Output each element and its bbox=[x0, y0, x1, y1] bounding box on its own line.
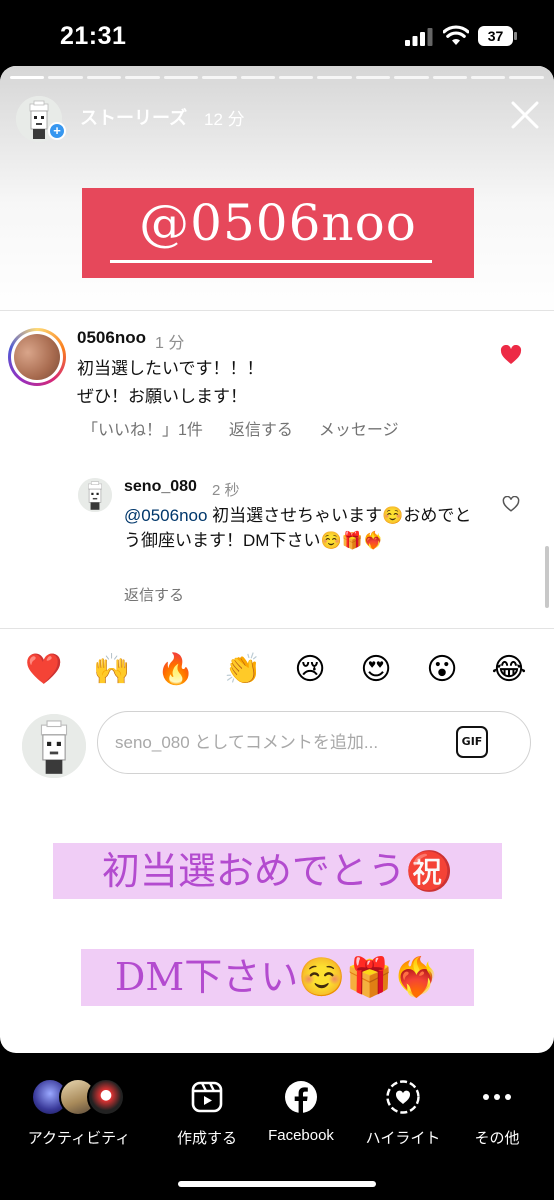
status-bar: 21:31 37 bbox=[0, 0, 554, 66]
viewer-avatars bbox=[27, 1078, 131, 1116]
commenter-avatar[interactable] bbox=[8, 328, 66, 386]
reels-icon bbox=[191, 1081, 223, 1113]
story-progress-bar bbox=[10, 76, 544, 79]
battery-level: 37 bbox=[478, 26, 513, 46]
progress-segment bbox=[394, 76, 429, 79]
reply-username[interactable]: seno_080 bbox=[124, 478, 197, 496]
comment-text: 初当選したいです！！！ ぜひ！お願いします！ bbox=[77, 355, 477, 411]
banner-underline bbox=[110, 260, 432, 263]
add-story-icon[interactable]: + bbox=[48, 122, 66, 140]
reply-reply-button[interactable]: 返信する bbox=[124, 584, 184, 605]
reply-mention-link[interactable]: @0506noo bbox=[124, 506, 207, 525]
dm-sticker: DM下さい☺️🎁❤️‍🔥 bbox=[81, 949, 474, 1006]
progress-segment bbox=[471, 76, 506, 79]
progress-segment bbox=[317, 76, 352, 79]
emoji-heart-eyes[interactable]: 😍 bbox=[356, 650, 396, 690]
close-icon[interactable] bbox=[508, 98, 542, 132]
wifi-icon bbox=[443, 25, 469, 45]
facebook-button[interactable]: Facebook bbox=[246, 1077, 356, 1144]
reply-text: @0506noo 初当選させちゃいます☺️おめでとう御座います！DM下さい☺️🎁… bbox=[124, 503, 474, 553]
clock: 21:31 bbox=[60, 22, 127, 50]
emoji-heart[interactable]: ❤️ bbox=[24, 650, 64, 690]
more-label: その他 bbox=[474, 1130, 520, 1147]
progress-segment bbox=[509, 76, 544, 79]
progress-segment bbox=[278, 76, 314, 79]
progress-segment bbox=[355, 76, 391, 79]
facebook-label: Facebook bbox=[268, 1127, 334, 1144]
activity-label: アクティビティ bbox=[27, 1130, 131, 1147]
reply-button[interactable]: 返信する bbox=[229, 416, 293, 440]
pixel-avatar-icon bbox=[78, 478, 112, 512]
comment-input[interactable] bbox=[115, 728, 445, 758]
progress-segment bbox=[163, 76, 199, 79]
home-indicator[interactable] bbox=[178, 1181, 376, 1187]
congrats-sticker-text: 初当選おめでとう㊗️ bbox=[101, 849, 454, 893]
comment-timestamp: 1 分 bbox=[155, 335, 185, 352]
comment-actions: 「いいね！」1件 返信する メッセージ bbox=[82, 416, 399, 440]
congrats-sticker: 初当選おめでとう㊗️ bbox=[53, 843, 502, 899]
activity-button[interactable]: アクティビティ bbox=[24, 1077, 134, 1148]
comment-username[interactable]: 0506noo bbox=[77, 328, 146, 348]
emoji-laughing[interactable]: 😂 bbox=[489, 650, 529, 690]
reply-timestamp: 2 秒 bbox=[212, 482, 240, 499]
story-toolbar: アクティビティ 作成する Facebook ハイライト その他 bbox=[0, 1053, 554, 1200]
quick-reaction-bar: ❤️ 🙌 🔥 👏 😢 😍 😮 😂 bbox=[0, 650, 554, 690]
gif-button[interactable]: GIF bbox=[456, 726, 488, 758]
emoji-fire[interactable]: 🔥 bbox=[156, 650, 196, 690]
progress-segment bbox=[432, 76, 468, 79]
progress-segment bbox=[86, 76, 122, 79]
comment-composer[interactable]: GIF bbox=[97, 711, 531, 774]
more-dots-icon bbox=[483, 1094, 511, 1100]
progress-segment bbox=[10, 76, 45, 79]
scrollbar[interactable] bbox=[545, 546, 549, 608]
banner-text: @0506noo bbox=[139, 194, 417, 252]
divider bbox=[0, 628, 554, 629]
more-button[interactable]: その他 bbox=[442, 1077, 552, 1148]
progress-segment bbox=[48, 76, 83, 79]
emoji-surprised[interactable]: 😮 bbox=[422, 650, 462, 690]
emoji-raised-hands[interactable]: 🙌 bbox=[92, 650, 132, 690]
progress-segment bbox=[240, 76, 275, 79]
emoji-crying[interactable]: 😢 bbox=[290, 650, 330, 690]
story-viewer[interactable]: + ストーリーズ 12 分 @0506noo 0506noo 1 分 初当選した… bbox=[0, 66, 554, 1053]
like-heart-icon[interactable] bbox=[502, 496, 520, 512]
story-timestamp: 12 分 bbox=[204, 110, 245, 129]
current-user-avatar bbox=[22, 714, 86, 778]
progress-segment bbox=[125, 76, 160, 79]
divider bbox=[0, 310, 554, 311]
mention-banner: @0506noo bbox=[82, 188, 474, 278]
comment-line-1: 初当選したいです！！！ bbox=[77, 359, 264, 378]
highlight-heart-icon bbox=[386, 1080, 420, 1114]
battery-icon: 37 bbox=[478, 26, 518, 46]
dm-sticker-text: DM下さい☺️🎁❤️‍🔥 bbox=[114, 955, 441, 999]
emoji-clapping[interactable]: 👏 bbox=[223, 650, 263, 690]
comment-line-2: ぜひ！お願いします！ bbox=[77, 387, 247, 406]
facebook-icon bbox=[285, 1081, 317, 1113]
liked-heart-icon[interactable] bbox=[500, 345, 522, 365]
progress-segment bbox=[202, 76, 237, 79]
like-count[interactable]: 「いいね！」1件 bbox=[82, 416, 203, 440]
pixel-avatar-icon bbox=[22, 714, 86, 778]
message-button[interactable]: メッセージ bbox=[319, 416, 399, 440]
reply-avatar[interactable] bbox=[78, 478, 112, 512]
story-username[interactable]: ストーリーズ bbox=[80, 104, 187, 130]
cellular-signal-icon bbox=[405, 28, 433, 46]
